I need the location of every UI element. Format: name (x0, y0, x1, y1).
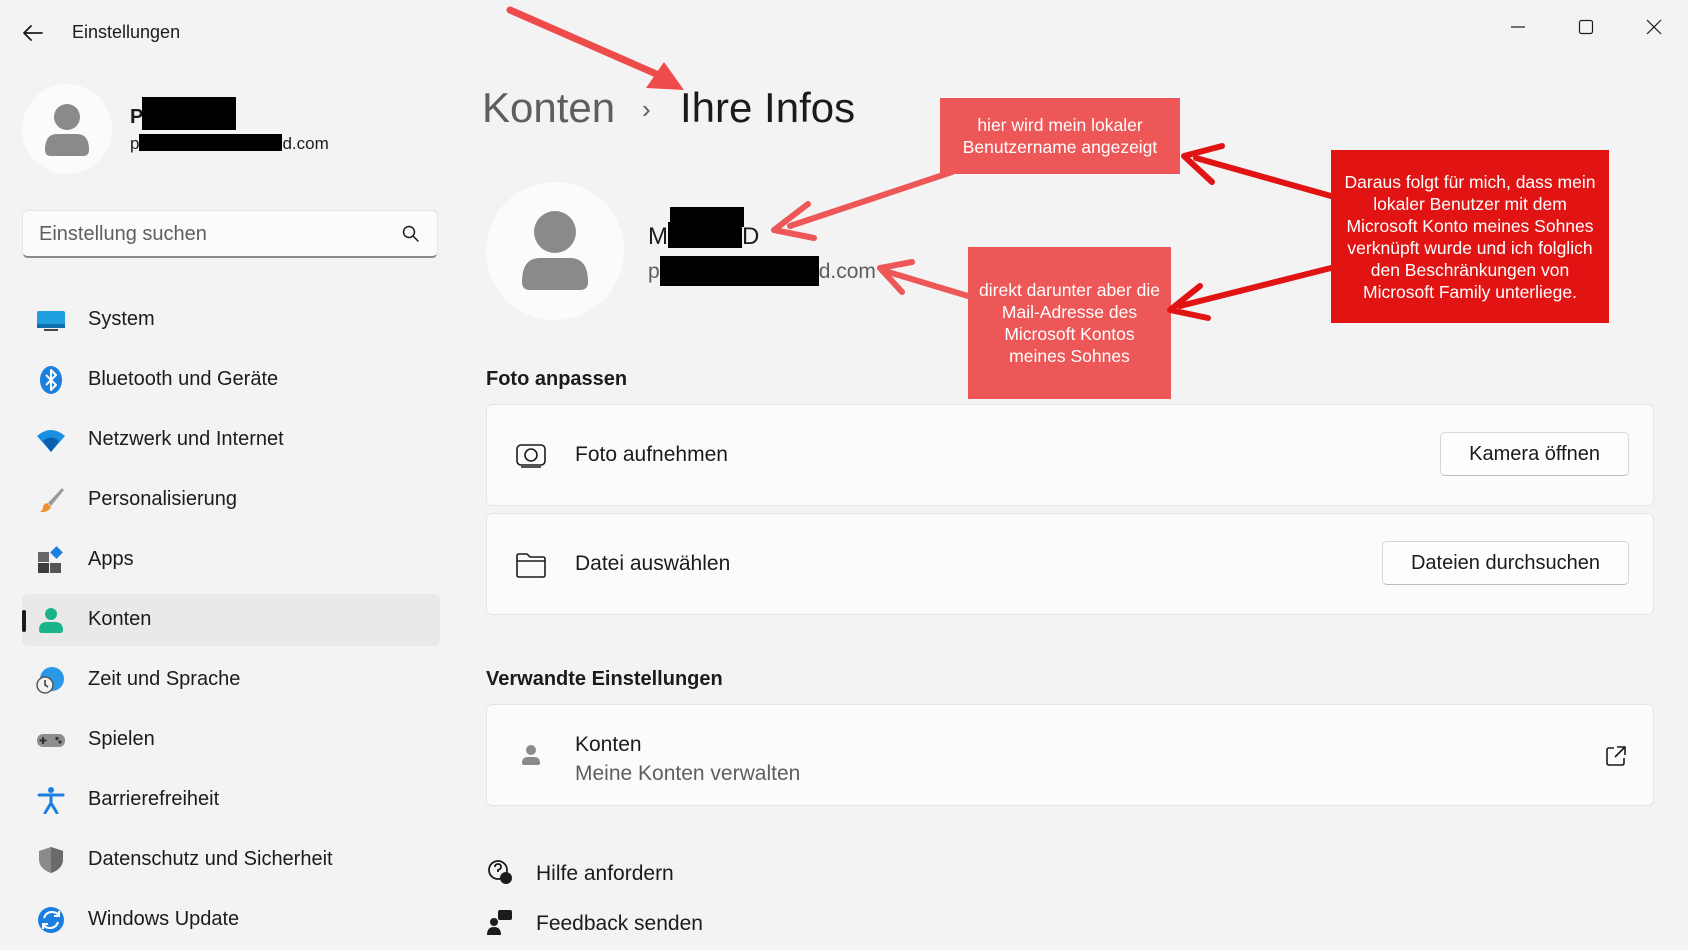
related-accounts-card[interactable]: Konten Meine Konten verwalten (486, 704, 1654, 806)
redaction-bar (670, 207, 744, 227)
apps-icon (38, 546, 63, 573)
maximize-button[interactable] (1564, 12, 1608, 42)
sidebar-item-time-language[interactable]: Zeit und Sprache (22, 654, 440, 706)
arrow-to-title (506, 6, 684, 90)
account-email: p d.com (648, 256, 876, 286)
file-select-card: Datei auswählen Dateien durchsuchen (486, 513, 1654, 615)
breadcrumb-parent[interactable]: Konten (482, 84, 615, 132)
annotation-note-conclusion: Daraus folgt für mich, dass mein lokaler… (1331, 150, 1609, 323)
sidebar-item-accessibility[interactable]: Barrierefreiheit (22, 774, 440, 826)
settings-search[interactable] (22, 210, 438, 258)
search-input[interactable] (37, 211, 401, 257)
redaction-bar (142, 97, 236, 130)
help-link[interactable]: Hilfe anfordern (486, 856, 706, 890)
open-external-icon[interactable] (1605, 745, 1627, 767)
person-icon (45, 104, 89, 156)
minimize-icon (1511, 26, 1525, 28)
help-icon (488, 860, 512, 884)
row-label: Foto aufnehmen (575, 443, 728, 466)
row-label: Datei auswählen (575, 552, 731, 575)
open-camera-button[interactable]: Kamera öffnen (1440, 432, 1629, 476)
sidebar-item-label: Konten (88, 608, 152, 630)
person-icon (39, 608, 63, 633)
arrow-to-note2 (1167, 265, 1334, 321)
redaction-bar (659, 256, 819, 286)
sidebar-item-label: Spielen (88, 728, 155, 750)
sidebar-item-label: Netzwerk und Internet (88, 428, 284, 450)
sidebar-item-accounts[interactable]: Konten (22, 594, 440, 646)
feedback-label: Feedback senden (536, 912, 703, 935)
profile-email: p d.com (130, 134, 329, 153)
close-button[interactable] (1632, 12, 1676, 42)
globe-clock-icon (36, 667, 64, 694)
feedback-link[interactable]: Feedback senden (486, 906, 706, 940)
sidebar-item-system[interactable]: System (22, 294, 440, 346)
sidebar-item-label: Personalisierung (88, 488, 237, 510)
sidebar-item-bluetooth[interactable]: Bluetooth und Geräte (22, 354, 440, 406)
sidebar-item-label: Windows Update (88, 908, 240, 930)
shield-icon (39, 847, 63, 873)
arrow-to-email (877, 259, 971, 299)
account-avatar (486, 182, 624, 320)
maximize-icon (1578, 19, 1594, 35)
sidebar-item-label: System (88, 308, 155, 330)
back-arrow-icon (23, 25, 43, 41)
profile-avatar[interactable] (22, 84, 112, 174)
sidebar-item-label: Apps (88, 548, 134, 570)
accessibility-icon (37, 787, 65, 814)
browse-files-button[interactable]: Dateien durchsuchen (1381, 541, 1629, 585)
gamepad-icon (37, 734, 65, 747)
window-title: Einstellungen (72, 22, 181, 42)
sidebar-item-privacy[interactable]: Datenschutz und Sicherheit (22, 834, 440, 886)
folder-icon (516, 553, 546, 578)
sidebar-item-label: Barrierefreiheit (88, 788, 220, 810)
person-icon (522, 745, 540, 765)
paintbrush-icon (40, 488, 64, 513)
photo-capture-card: Foto aufnehmen Kamera öffnen (486, 404, 1654, 506)
update-icon (38, 907, 64, 933)
wifi-icon (37, 430, 65, 452)
sidebar-item-apps[interactable]: Apps (22, 534, 440, 586)
redaction-bar (139, 134, 283, 151)
arrow-to-username (771, 169, 955, 241)
row-sublabel: Meine Konten verwalten (575, 762, 801, 785)
close-icon (1646, 19, 1662, 35)
search-icon[interactable] (401, 224, 421, 244)
person-icon (522, 211, 588, 290)
breadcrumb-separator: › (642, 94, 651, 124)
arrow-to-note1 (1181, 143, 1334, 199)
monitor-icon (37, 311, 65, 331)
row-label: Konten (575, 733, 642, 756)
minimize-button[interactable] (1496, 12, 1540, 42)
sidebar-item-personalization[interactable]: Personalisierung (22, 474, 440, 526)
camera-icon (516, 444, 546, 468)
bluetooth-icon (40, 366, 62, 394)
sidebar-item-label: Datenschutz und Sicherheit (88, 848, 333, 870)
page-title: Ihre Infos (680, 84, 856, 131)
sidebar-item-label: Zeit und Sprache (88, 668, 241, 690)
annotation-note-username: hier wird mein lokaler Benutzername ange… (940, 98, 1180, 174)
back-button[interactable] (20, 20, 46, 46)
sidebar-item-gaming[interactable]: Spielen (22, 714, 440, 766)
help-label: Hilfe anfordern (536, 862, 674, 885)
annotation-note-email: direkt darunter aber die Mail-Adresse de… (968, 247, 1171, 399)
section-title-related: Verwandte Einstellungen (486, 668, 723, 690)
sidebar-item-network[interactable]: Netzwerk und Internet (22, 414, 440, 466)
sidebar-item-label: Bluetooth und Geräte (88, 368, 279, 390)
section-title-photo: Foto anpassen (486, 368, 628, 390)
sidebar-item-windows-update[interactable]: Windows Update (22, 894, 440, 946)
feedback-icon (487, 910, 512, 935)
active-indicator (22, 610, 26, 632)
